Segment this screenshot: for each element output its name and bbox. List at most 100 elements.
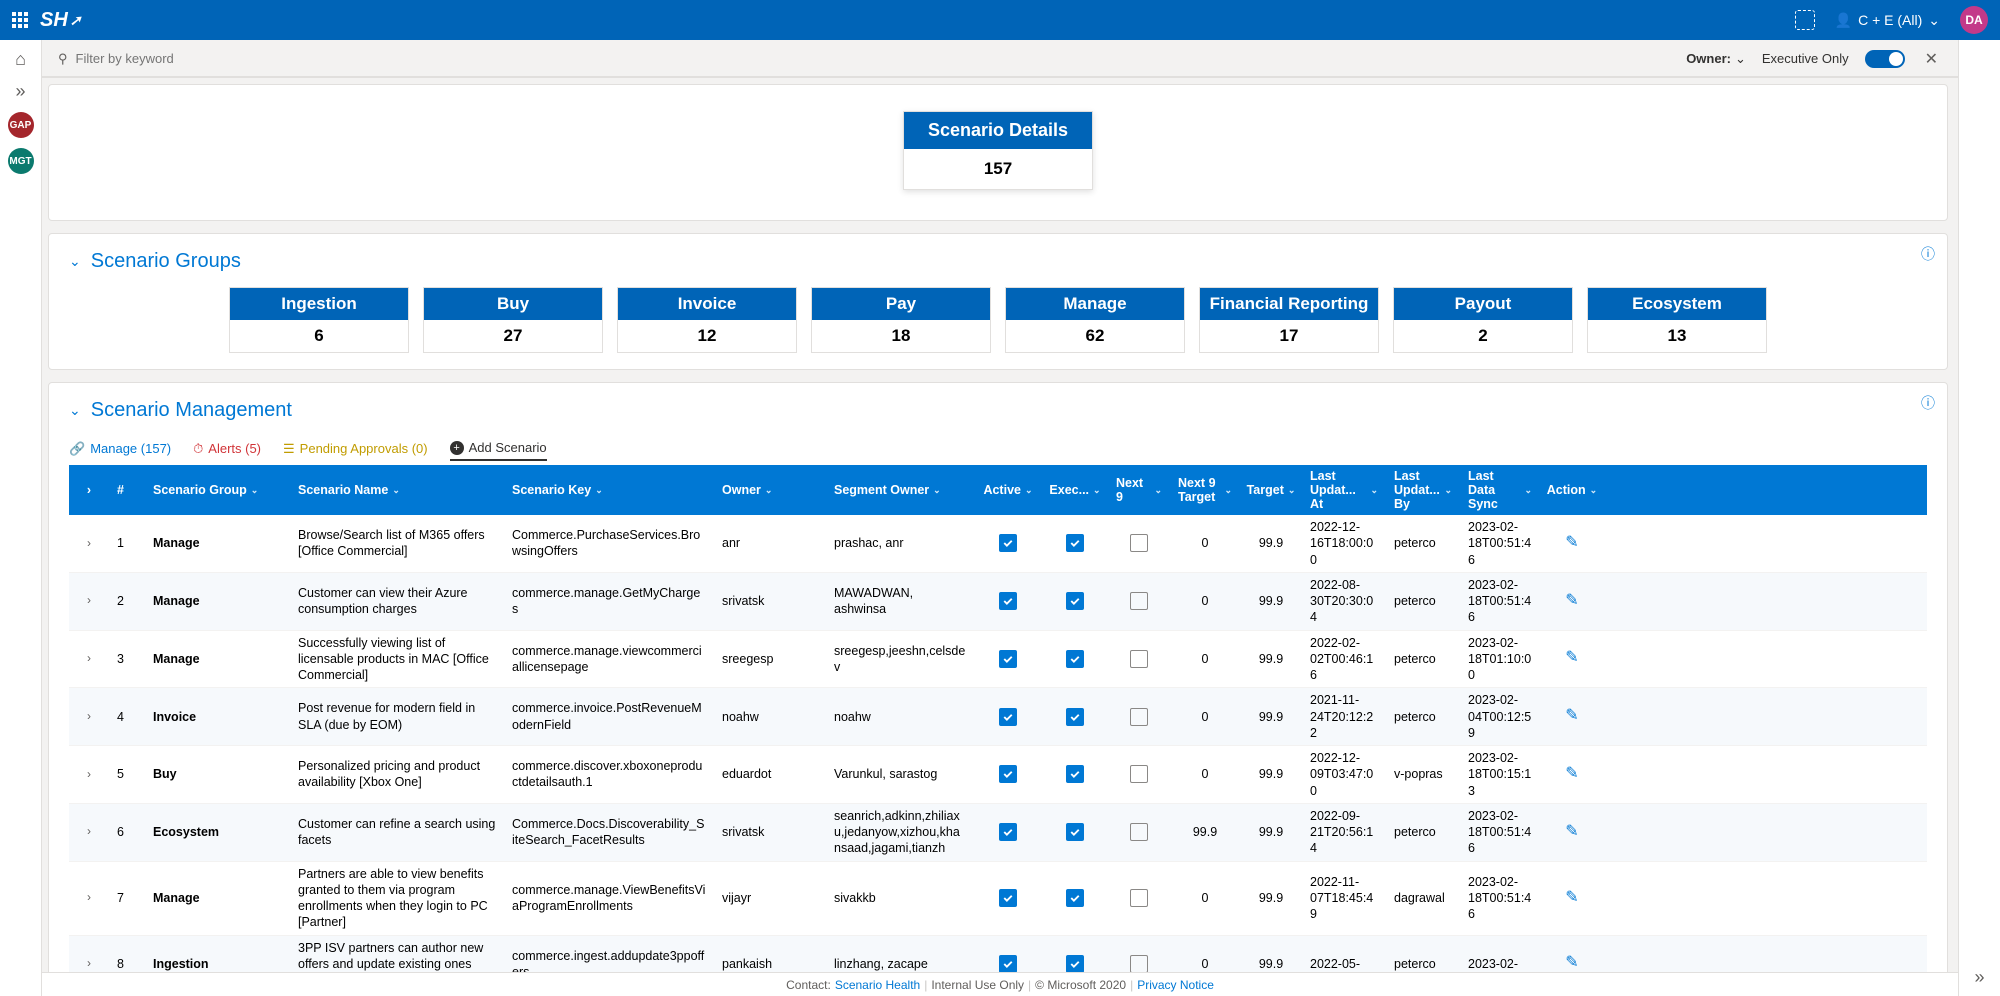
- expand-row-icon[interactable]: ›: [87, 824, 91, 840]
- column-next9[interactable]: Next 9⌄: [1108, 472, 1170, 508]
- checkbox[interactable]: [1066, 889, 1084, 907]
- edit-icon[interactable]: ✎: [1565, 822, 1578, 843]
- cell-key: commerce.manage.ViewBenefitsViaProgramEn…: [504, 878, 714, 919]
- scenario-management-card: ⓘ ⌄ Scenario Management 🔗Manage (157) ⏱A…: [48, 382, 1948, 972]
- group-box[interactable]: Payout2: [1393, 287, 1573, 353]
- owner-dropdown[interactable]: Owner:⌄: [1686, 51, 1746, 67]
- expand-row-icon[interactable]: ›: [87, 709, 91, 725]
- edit-icon[interactable]: ✎: [1565, 953, 1578, 972]
- edit-icon[interactable]: ✎: [1565, 888, 1578, 909]
- expand-row-icon[interactable]: ›: [87, 651, 91, 667]
- exec-only-toggle[interactable]: [1865, 50, 1905, 68]
- column-group[interactable]: Scenario Group⌄: [145, 479, 290, 501]
- checkbox[interactable]: [999, 765, 1017, 783]
- checkbox[interactable]: [1066, 765, 1084, 783]
- cell-next9-target: 0: [1170, 647, 1240, 671]
- filter-bar: ⚲ Owner:⌄ Executive Only ✕: [42, 40, 1958, 78]
- column-target[interactable]: Target⌄: [1240, 479, 1302, 501]
- info-icon[interactable]: ⓘ: [1921, 393, 1935, 413]
- tab-manage[interactable]: 🔗Manage (157): [69, 436, 171, 461]
- footer-contact-link[interactable]: Scenario Health: [835, 978, 920, 992]
- checkbox[interactable]: [999, 708, 1017, 726]
- checkbox[interactable]: [1130, 765, 1148, 783]
- checkbox[interactable]: [1130, 650, 1148, 668]
- edit-icon[interactable]: ✎: [1565, 764, 1578, 785]
- column-key[interactable]: Scenario Key⌄: [504, 479, 714, 501]
- column-last-data-sync[interactable]: Last Data Sync⌄: [1460, 465, 1540, 515]
- column-last-updated-by[interactable]: Last Updat... By⌄: [1386, 465, 1460, 515]
- checkbox[interactable]: [999, 650, 1017, 668]
- filter-input[interactable]: [76, 51, 276, 66]
- column-active[interactable]: Active⌄: [974, 479, 1042, 501]
- column-action[interactable]: Action⌄: [1540, 479, 1604, 501]
- checkbox[interactable]: [1066, 534, 1084, 552]
- sidebar-item-gap[interactable]: GAP: [8, 112, 34, 138]
- checkbox[interactable]: [1130, 823, 1148, 841]
- close-icon[interactable]: ✕: [1921, 49, 1942, 69]
- checkbox[interactable]: [1066, 955, 1084, 972]
- edit-icon[interactable]: ✎: [1565, 706, 1578, 727]
- edit-icon[interactable]: ✎: [1565, 591, 1578, 612]
- list-icon: ☰: [283, 441, 295, 457]
- section-header-groups[interactable]: ⌄ Scenario Groups: [69, 250, 1927, 273]
- checkbox[interactable]: [999, 592, 1017, 610]
- expand-row-icon[interactable]: ›: [87, 890, 91, 906]
- group-box[interactable]: Ingestion6: [229, 287, 409, 353]
- home-icon[interactable]: ⌂: [10, 48, 32, 70]
- expand-row-icon[interactable]: ›: [87, 593, 91, 609]
- section-header-management[interactable]: ⌄ Scenario Management: [69, 399, 1927, 422]
- cell-last-data-sync: 2023-02-: [1460, 952, 1540, 972]
- checkbox[interactable]: [1130, 592, 1148, 610]
- checkbox[interactable]: [1066, 708, 1084, 726]
- column-last-updated-at[interactable]: Last Updat... At⌄: [1302, 465, 1386, 515]
- column-exec[interactable]: Exec...⌄: [1042, 479, 1108, 501]
- column-name[interactable]: Scenario Name⌄: [290, 479, 504, 501]
- group-box[interactable]: Manage62: [1005, 287, 1185, 353]
- tab-pending[interactable]: ☰Pending Approvals (0): [283, 436, 428, 461]
- sidebar-item-mgt[interactable]: MGT: [8, 148, 34, 174]
- checkbox[interactable]: [999, 889, 1017, 907]
- checkbox[interactable]: [999, 955, 1017, 972]
- expand-row-icon[interactable]: ›: [87, 956, 91, 972]
- checkbox[interactable]: [999, 823, 1017, 841]
- cell-key: commerce.invoice.PostRevenueModernField: [504, 696, 714, 737]
- group-name: Invoice: [618, 288, 796, 320]
- scan-icon[interactable]: [1795, 10, 1815, 30]
- column-owner[interactable]: Owner⌄: [714, 479, 826, 501]
- group-box[interactable]: Ecosystem13: [1587, 287, 1767, 353]
- app-launcher-icon[interactable]: [12, 12, 28, 28]
- checkbox[interactable]: [1066, 823, 1084, 841]
- expand-row-icon[interactable]: ›: [87, 536, 91, 552]
- avatar[interactable]: DA: [1960, 6, 1988, 34]
- info-icon[interactable]: ⓘ: [1921, 244, 1935, 264]
- column-segment[interactable]: Segment Owner⌄: [826, 479, 974, 501]
- tab-add-scenario[interactable]: +Add Scenario: [450, 436, 547, 461]
- edit-icon[interactable]: ✎: [1565, 648, 1578, 669]
- checkbox[interactable]: [1066, 592, 1084, 610]
- checkbox[interactable]: [999, 534, 1017, 552]
- checkbox[interactable]: [1066, 650, 1084, 668]
- footer-privacy-link[interactable]: Privacy Notice: [1137, 978, 1214, 992]
- group-box[interactable]: Invoice12: [617, 287, 797, 353]
- checkbox[interactable]: [1130, 889, 1148, 907]
- expand-rail-icon[interactable]: »: [10, 80, 32, 102]
- tab-alerts[interactable]: ⏱Alerts (5): [193, 436, 261, 461]
- expand-rail-icon[interactable]: »: [1974, 967, 1984, 988]
- cell-last-updated-at: 2022-08-30T20:30:04: [1302, 573, 1386, 630]
- exec-only-label: Executive Only: [1762, 51, 1849, 66]
- group-box[interactable]: Pay18: [811, 287, 991, 353]
- table-row: ›8Ingestion3PP ISV partners can author n…: [69, 936, 1927, 973]
- column-expand[interactable]: ›: [69, 479, 109, 501]
- checkbox[interactable]: [1130, 708, 1148, 726]
- checkbox[interactable]: [1130, 534, 1148, 552]
- checkbox[interactable]: [1130, 955, 1148, 972]
- column-next9-target[interactable]: Next 9 Target⌄: [1170, 472, 1240, 508]
- cell-key: commerce.manage.GetMyCharges: [504, 581, 714, 622]
- expand-row-icon[interactable]: ›: [87, 767, 91, 783]
- group-box[interactable]: Buy27: [423, 287, 603, 353]
- group-box[interactable]: Financial Reporting17: [1199, 287, 1379, 353]
- column-number[interactable]: #: [109, 479, 145, 501]
- scope-dropdown[interactable]: 👤 C + E (All) ⌄: [1835, 12, 1940, 29]
- edit-icon[interactable]: ✎: [1565, 533, 1578, 554]
- group-count: 17: [1200, 320, 1378, 352]
